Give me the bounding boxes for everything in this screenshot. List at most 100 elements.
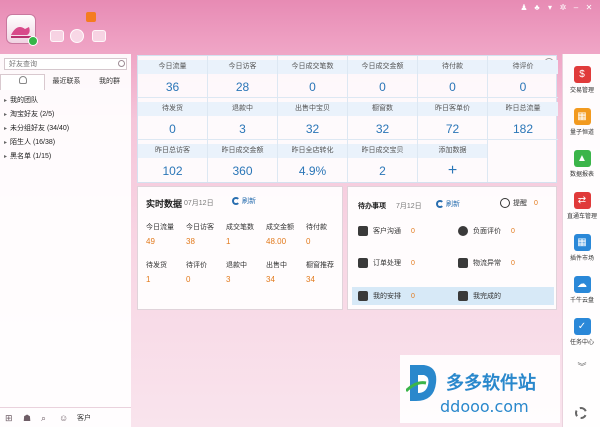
rt-value: 49 <box>146 237 155 246</box>
stat-cell[interactable]: 出售中宝贝 32 <box>278 98 348 140</box>
sidebar-item-tasks[interactable]: ✓ 任务中心 <box>563 318 600 346</box>
gear-icon[interactable] <box>575 407 587 419</box>
todo-item[interactable]: 订单处理 0 <box>358 253 415 273</box>
stat-value: 0 <box>309 80 316 94</box>
tab-groups[interactable]: 我的群 <box>88 74 131 90</box>
todo-item[interactable]: 我完成的 <box>458 286 501 306</box>
cloud-icon: ☁ <box>573 276 591 293</box>
stat-value: 182 <box>512 122 534 136</box>
stat-label: 昨日成交宝贝 <box>348 144 417 158</box>
sidebar-item-quantum[interactable]: ▦ 量子恒道 <box>563 108 600 136</box>
contacts-panel: 最近联系 我的群 ▸我的团队 ▸淘宝好友 (2/5) ▸未分组好友 (34/40… <box>0 54 131 427</box>
todo-label: 我的安排 <box>373 293 401 300</box>
group-item[interactable]: ▸ 未分组好友 (34/40) <box>0 122 131 136</box>
refresh-button[interactable]: 刷新 <box>436 199 460 209</box>
stat-value: 28 <box>235 80 250 94</box>
remind-button[interactable]: 提醒 0 <box>500 198 538 208</box>
shirt-icon[interactable]: ♟ <box>519 3 529 13</box>
group-item[interactable]: ▸ 我的团队 <box>0 94 131 108</box>
settings-icon[interactable]: ✲ <box>558 3 568 13</box>
stat-value: 2 <box>379 164 386 178</box>
stat-cell[interactable]: 昨日成交金额 360 <box>208 140 278 182</box>
grid-icon[interactable]: ⊞ <box>5 413 15 423</box>
header-bar: ♟ ♣ ▾ ✲ – ✕ <box>0 0 600 54</box>
sidebar-item-reports[interactable]: ▲ 数据报表 <box>563 150 600 178</box>
search-icon[interactable] <box>118 60 125 67</box>
sidebar-label: 千牛云盘 <box>569 298 594 304</box>
stat-cell[interactable]: 今日流量 36 <box>138 56 208 98</box>
sidebar-item-ztc[interactable]: ⇄ 直通车管理 <box>563 192 600 220</box>
group-label: 陌生人 (16/38) <box>10 139 56 146</box>
rt-label: 成交金额 <box>266 224 294 231</box>
refresh-button[interactable]: 刷新 <box>232 196 256 206</box>
customer-icon[interactable]: ☺ <box>59 413 69 423</box>
sidebar-item-trade[interactable]: $ 交易管理 <box>563 66 600 94</box>
rt-label: 出售中 <box>266 262 287 269</box>
stat-cell[interactable]: 待评价 0 <box>488 56 558 98</box>
rt-value: 0 <box>306 237 311 246</box>
stat-label: 昨日成交金额 <box>208 144 277 158</box>
rt-value: 48.00 <box>266 237 287 246</box>
search-input[interactable] <box>4 58 127 70</box>
stat-cell[interactable]: 今日成交金额 0 <box>348 56 418 98</box>
contacts-icon[interactable]: ☗ <box>23 413 33 423</box>
stat-cell[interactable]: 今日成交笔数 0 <box>278 56 348 98</box>
realtime-panel: 实时数据 07月12日 刷新 今日流量 49 今日访客 38 成交笔数 1 成交金额 4… <box>137 186 343 310</box>
tab-contacts[interactable] <box>0 74 45 90</box>
more-icon[interactable]: ︾ <box>563 360 600 373</box>
stat-label: 今日流量 <box>138 60 207 74</box>
todo-item[interactable]: 负面评价 0 <box>458 221 515 241</box>
todo-item[interactable]: 物流异常 0 <box>458 253 515 273</box>
stat-label: 昨日总流量 <box>488 102 558 116</box>
watermark-logo-icon <box>406 365 437 401</box>
stat-label: 橱窗数 <box>348 102 417 116</box>
stat-cell[interactable]: 橱窗数 32 <box>348 98 418 140</box>
customer-label[interactable]: 客户 <box>77 413 91 423</box>
todo-label: 订单处理 <box>373 260 401 267</box>
plus-icon: + <box>447 162 458 179</box>
rt-label: 待发货 <box>146 262 167 269</box>
todo-item[interactable]: 客户沟通 0 <box>358 221 415 241</box>
close-icon[interactable]: ✕ <box>584 3 594 13</box>
stat-label: 昨日客单价 <box>418 102 487 116</box>
stat-cell[interactable]: 退款中 3 <box>208 98 278 140</box>
stat-cell[interactable]: 昨日总流量 182 <box>488 98 558 140</box>
menu-icon[interactable]: ▾ <box>545 3 555 13</box>
rt-cell: 今日流量 49 <box>146 223 186 248</box>
tab-recent[interactable]: 最近联系 <box>45 74 88 90</box>
stat-value: 0 <box>169 122 176 136</box>
todo-count: 0 <box>411 292 415 300</box>
stat-label: 昨日全店转化 <box>278 144 347 158</box>
search-people-icon[interactable]: ⌕ <box>41 413 51 423</box>
rt-cell: 今日访客 38 <box>186 223 226 248</box>
todo-item[interactable]: 我的安排 0 <box>358 286 415 306</box>
card-icon[interactable] <box>50 30 64 42</box>
negative-review-icon <box>458 226 468 236</box>
mail-icon[interactable] <box>92 30 106 42</box>
group-item[interactable]: ▸ 黑名单 (1/15) <box>0 150 131 164</box>
group-item[interactable]: ▸ 陌生人 (16/38) <box>0 136 131 150</box>
stat-cell[interactable]: 昨日客单价 72 <box>418 98 488 140</box>
stat-cell[interactable]: 昨日总访客 102 <box>138 140 208 182</box>
skin-icon[interactable]: ♣ <box>532 3 542 13</box>
sidebar-item-plugins[interactable]: ▦ 插件市场 <box>563 234 600 262</box>
stat-value: 72 <box>445 122 460 136</box>
minimize-icon[interactable]: – <box>571 3 581 13</box>
stat-cell[interactable]: 昨日全店转化 4.9% <box>278 140 348 182</box>
stat-cell[interactable]: 今日访客 28 <box>208 56 278 98</box>
stat-label: 添加数据 <box>418 144 487 158</box>
sidebar-item-cloud[interactable]: ☁ 千牛云盘 <box>563 276 600 304</box>
add-data-button[interactable]: 添加数据 + <box>418 140 488 182</box>
notification-badge[interactable] <box>86 12 96 22</box>
sidebar-label: 量子恒道 <box>569 130 594 136</box>
schedule-icon <box>358 291 368 301</box>
face-icon[interactable] <box>70 29 84 43</box>
stat-value: 0 <box>519 80 527 94</box>
remind-count: 0 <box>534 199 538 207</box>
group-item[interactable]: ▸ 淘宝好友 (2/5) <box>0 108 131 122</box>
stat-cell[interactable]: 昨日成交宝贝 2 <box>348 140 418 182</box>
stat-cell[interactable]: 待付款 0 <box>418 56 488 98</box>
online-status-icon[interactable] <box>28 36 38 46</box>
todo-label: 我完成的 <box>473 293 501 300</box>
stat-cell[interactable]: 待发货 0 <box>138 98 208 140</box>
